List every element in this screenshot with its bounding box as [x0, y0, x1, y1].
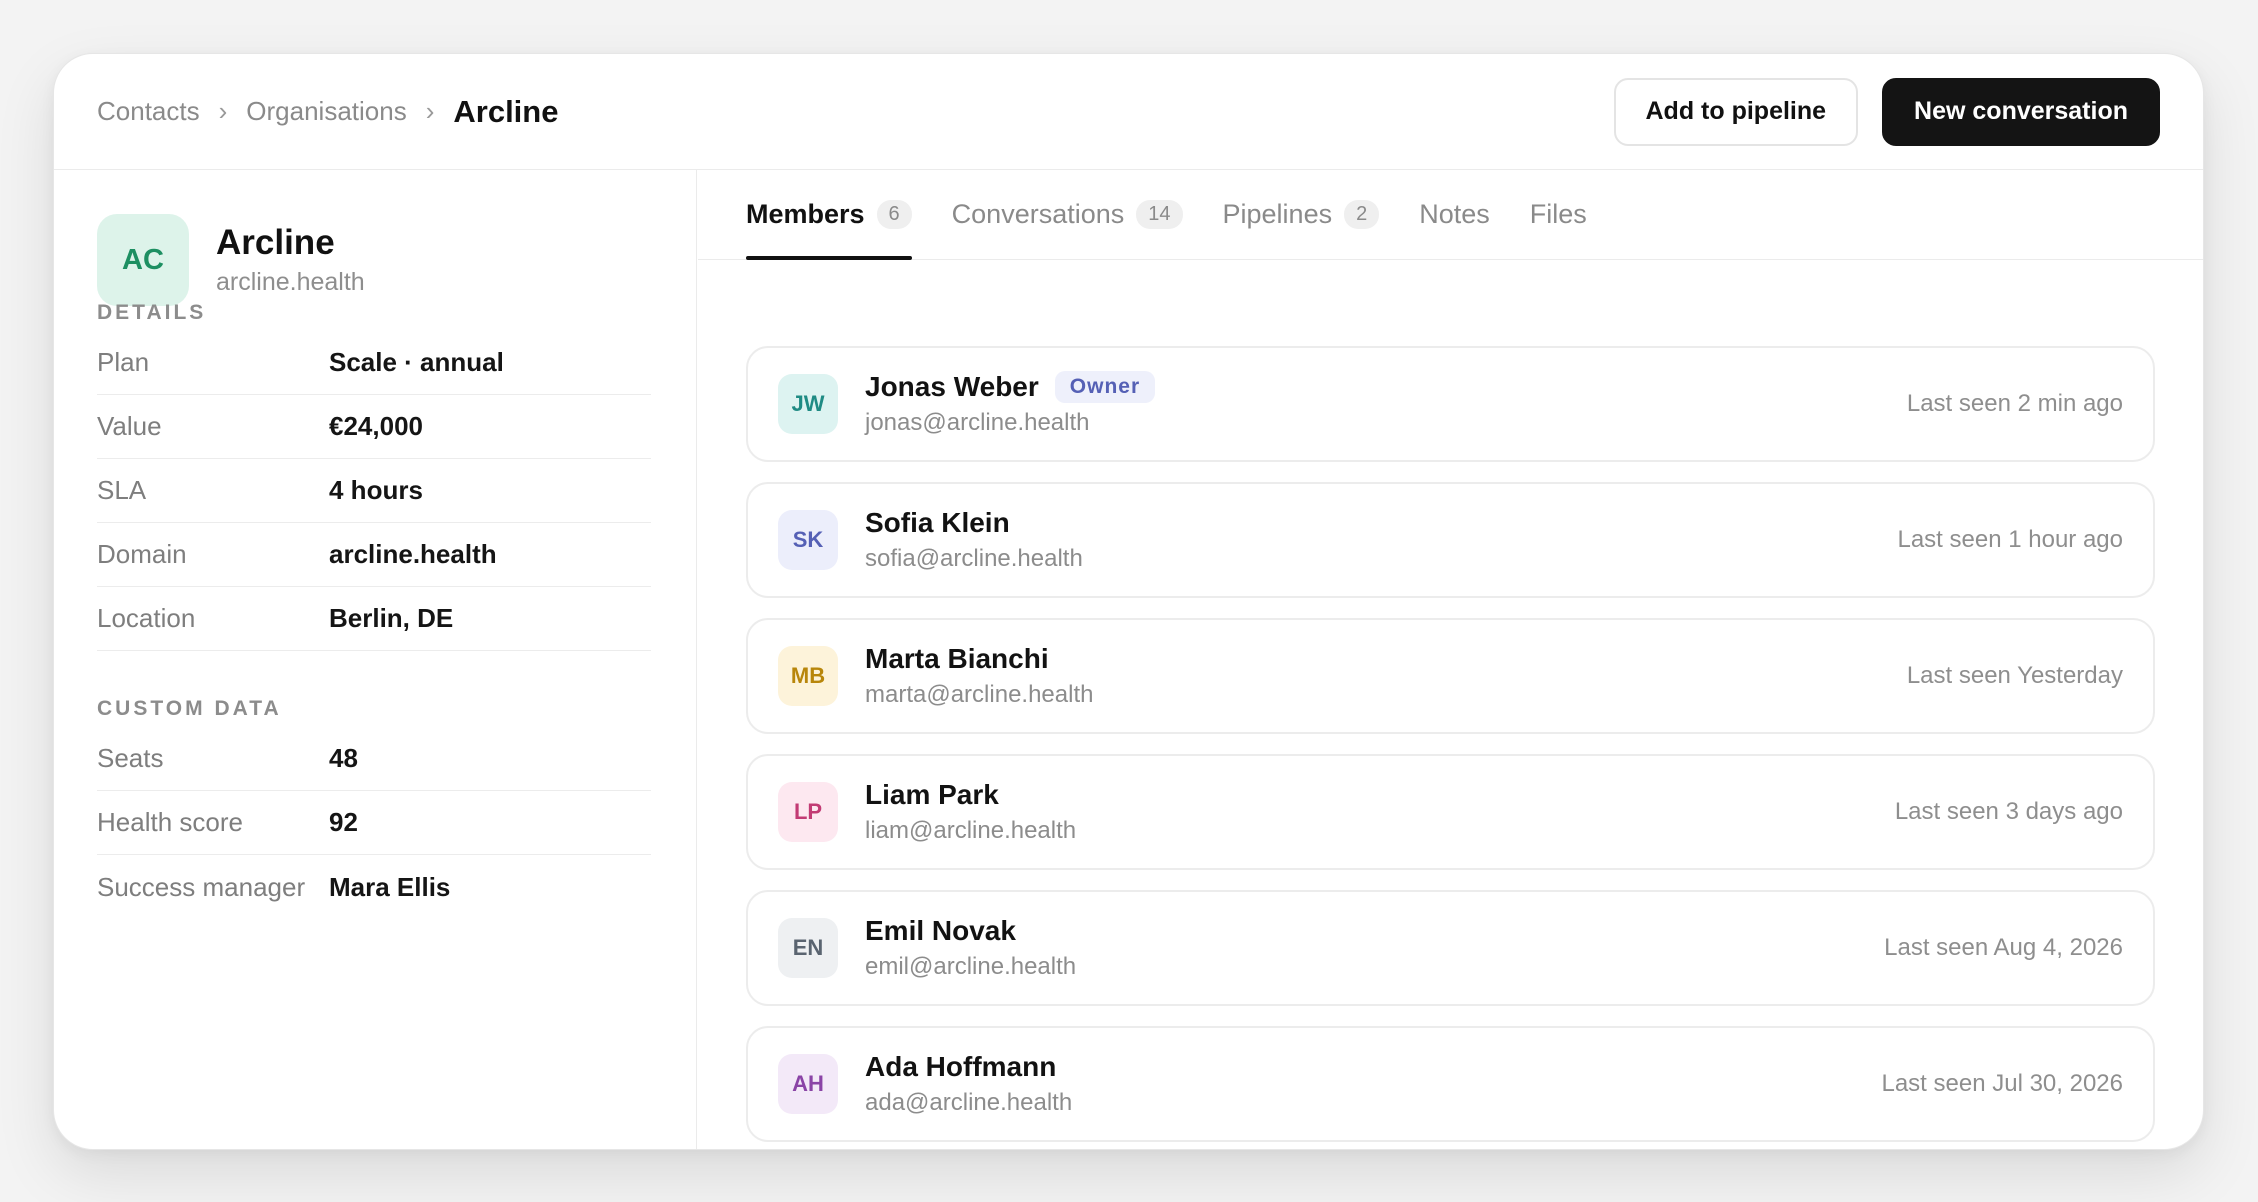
member-row[interactable]: LP Liam Park liam@arcline.health Last se… [746, 754, 2155, 870]
member-name: Ada Hoffmann [865, 1051, 1057, 1082]
header-actions: Add to pipeline New conversation [1613, 77, 2160, 146]
detail-value: Berlin, DE [329, 603, 454, 633]
breadcrumb-contacts[interactable]: Contacts [97, 96, 200, 127]
member-avatar: MB [778, 646, 838, 706]
tab-notes[interactable]: Notes [1419, 170, 1490, 259]
custom-row-seats: Seats 48 [97, 727, 651, 791]
tab-count-badge: 14 [1136, 200, 1183, 229]
detail-row-value: Value €24,000 [97, 395, 651, 459]
member-last-seen: Last seen 2 min ago [1906, 390, 2123, 417]
organisation-window: Contacts › Organisations › Arcline Add t… [53, 53, 2204, 1150]
organisation-main: Members 6 Conversations 14 Pipelines 2 N… [698, 170, 2203, 1149]
page-title: Arcline [453, 93, 559, 129]
custom-key: Success manager [97, 871, 306, 902]
member-row[interactable]: JW Jonas Weber Owner jonas@arcline.healt… [746, 346, 2155, 462]
member-avatar: LP [778, 782, 838, 842]
member-row[interactable]: SK Sofia Klein sofia@arcline.health Last… [746, 482, 2155, 598]
tab-conversations[interactable]: Conversations 14 [952, 170, 1183, 259]
member-avatar: JW [778, 374, 838, 434]
add-to-pipeline-button[interactable]: Add to pipeline [1613, 77, 1859, 146]
member-email: marta@arcline.health [865, 681, 1094, 708]
tab-label: Files [1529, 199, 1587, 229]
tab-files[interactable]: Files [1530, 170, 1587, 259]
organisation-sidebar: AC Arcline arcline.health DETAILS Plan S… [54, 170, 697, 1149]
member-last-seen: Last seen Aug 4, 2026 [1884, 934, 2123, 961]
breadcrumb-separator-icon: › [218, 96, 228, 126]
detail-row-domain: Domain arcline.health [97, 523, 651, 587]
member-name: Liam Park [865, 779, 999, 810]
new-conversation-button[interactable]: New conversation [1882, 77, 2160, 146]
breadcrumb-separator-icon: › [425, 96, 435, 126]
detail-key: Location [97, 603, 196, 633]
detail-key: SLA [97, 475, 147, 505]
detail-row-location: Location Berlin, DE [97, 587, 651, 651]
tab-count-badge: 6 [876, 200, 912, 229]
detail-value: Scale · annual [329, 347, 504, 377]
detail-value: 4 hours [329, 475, 423, 505]
detail-key: Value [97, 411, 162, 441]
details-list: Plan Scale · annual Value €24,000 SLA 4 … [97, 331, 651, 651]
organisation-domain: arcline.health [216, 267, 365, 296]
custom-data-section-title: CUSTOM DATA [97, 697, 282, 720]
tab-label: Members [746, 199, 865, 229]
breadcrumb-organisations[interactable]: Organisations [246, 96, 406, 127]
member-email: ada@arcline.health [865, 1089, 1073, 1116]
detail-row-plan: Plan Scale · annual [97, 331, 651, 395]
member-row[interactable]: AH Ada Hoffmann ada@arcline.health Last … [746, 1026, 2155, 1142]
member-avatar: EN [778, 918, 838, 978]
member-name: Emil Novak [865, 915, 1016, 946]
custom-row-health-score: Health score 92 [97, 791, 651, 855]
tab-label: Conversations [951, 199, 1125, 229]
member-email: liam@arcline.health [865, 817, 1077, 844]
member-last-seen: Last seen 3 days ago [1894, 798, 2123, 825]
member-name: Sofia Klein [865, 507, 1010, 538]
member-email: jonas@arcline.health [865, 409, 1090, 436]
member-email: emil@arcline.health [865, 953, 1077, 980]
tab-pipelines[interactable]: Pipelines 2 [1223, 170, 1380, 259]
member-avatar: AH [778, 1054, 838, 1114]
page-header: Contacts › Organisations › Arcline Add t… [54, 54, 2203, 170]
members-list: JW Jonas Weber Owner jonas@arcline.healt… [746, 346, 2155, 1149]
member-email: sofia@arcline.health [865, 545, 1083, 572]
tab-label: Pipelines [1222, 199, 1333, 229]
tab-members[interactable]: Members 6 [746, 170, 912, 260]
organisation-avatar: AC [97, 214, 189, 306]
organisation-name: Arcline [216, 223, 335, 263]
custom-row-success-manager: Success manager Mara Ellis [97, 855, 651, 919]
tab-bar: Members 6 Conversations 14 Pipelines 2 N… [698, 170, 2203, 260]
details-section-title: DETAILS [97, 301, 207, 324]
tab-label: Notes [1419, 199, 1490, 229]
detail-value: arcline.health [329, 539, 497, 569]
member-last-seen: Last seen Yesterday [1906, 662, 2123, 689]
custom-value: Mara Ellis [329, 871, 451, 902]
member-last-seen: Last seen Jul 30, 2026 [1881, 1070, 2123, 1097]
custom-key: Seats [97, 743, 164, 773]
detail-value: €24,000 [329, 411, 423, 441]
tab-count-badge: 2 [1344, 200, 1380, 229]
detail-key: Domain [97, 539, 187, 569]
custom-value: 48 [329, 743, 358, 773]
custom-data-list: Seats 48 Health score 92 Success manager… [97, 727, 651, 919]
detail-row-sla: SLA 4 hours [97, 459, 651, 523]
member-avatar: SK [778, 510, 838, 570]
member-row[interactable]: MB Marta Bianchi marta@arcline.health La… [746, 618, 2155, 734]
member-row[interactable]: EN Emil Novak emil@arcline.health Last s… [746, 890, 2155, 1006]
owner-badge: Owner [1054, 371, 1156, 403]
member-name: Marta Bianchi [865, 643, 1049, 674]
custom-key: Health score [97, 807, 243, 837]
custom-value: 92 [329, 807, 358, 837]
breadcrumb: Contacts › Organisations › Arcline [97, 94, 558, 130]
detail-key: Plan [97, 347, 150, 377]
member-last-seen: Last seen 1 hour ago [1897, 526, 2123, 553]
organisation-summary: AC Arcline arcline.health [97, 214, 365, 306]
member-name: Jonas Weber [865, 371, 1039, 402]
